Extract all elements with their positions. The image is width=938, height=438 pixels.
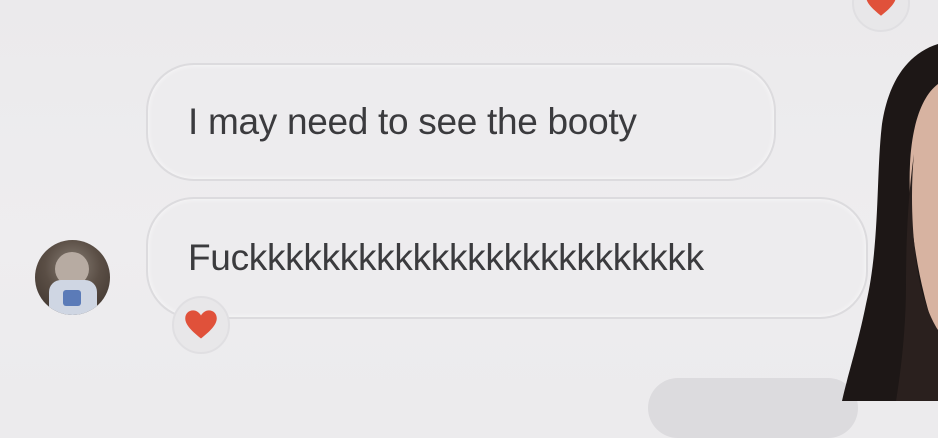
message-bubble[interactable]: I may need to see the booty: [146, 63, 776, 181]
heart-icon: [185, 310, 217, 339]
message-bubble[interactable]: Fuckkkkkkkkkkkkkkkkkkkkkkkkk: [146, 197, 868, 319]
person-photo: [836, 44, 938, 401]
avatar[interactable]: [35, 240, 110, 315]
heart-icon: [866, 0, 896, 16]
partial-message-bubble[interactable]: [648, 378, 858, 438]
chat-thread: I may need to see the booty Fuckkkkkkkkk…: [0, 0, 938, 438]
reaction-badge[interactable]: [172, 296, 230, 354]
avatar-shirt-logo: [63, 290, 81, 306]
message-text: Fuckkkkkkkkkkkkkkkkkkkkkkkkk: [188, 237, 704, 278]
message-text: I may need to see the booty: [188, 101, 637, 142]
reaction-badge-top[interactable]: [852, 0, 910, 32]
